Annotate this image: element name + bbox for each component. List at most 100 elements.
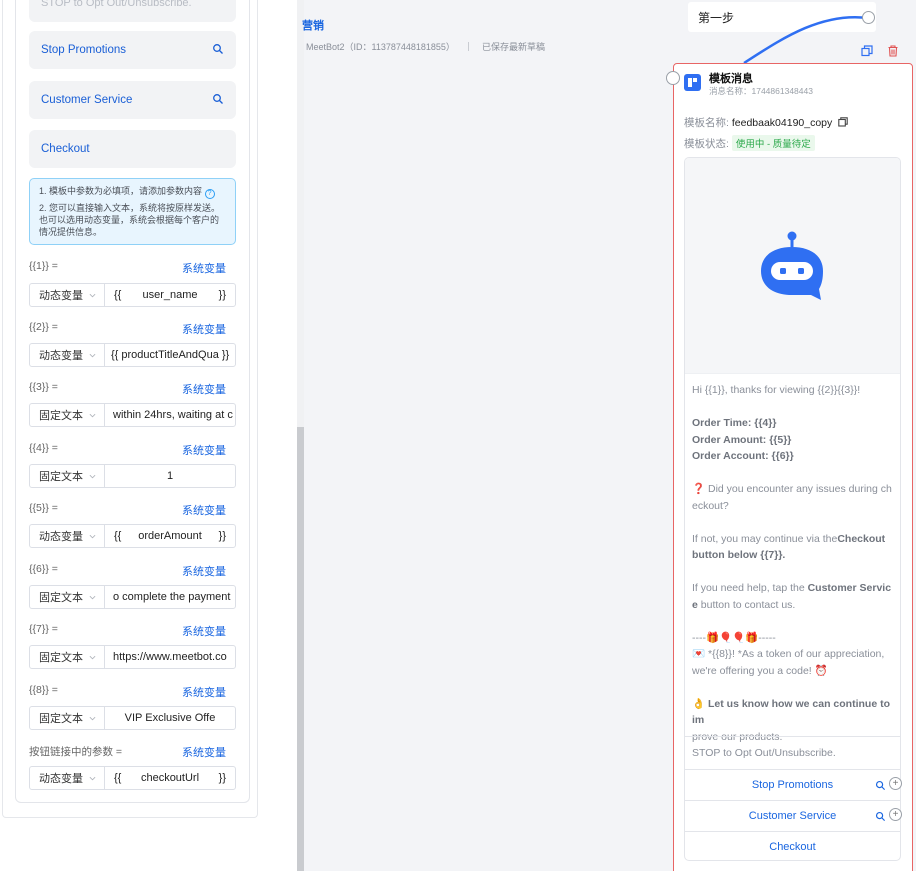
chevron-down-icon bbox=[89, 776, 96, 781]
stop-promotions-button[interactable]: Stop Promotions bbox=[29, 31, 236, 69]
param-row-7: 固定文本 https://www.meetbot.co bbox=[29, 645, 236, 669]
preview-checkout-button[interactable]: Checkout bbox=[685, 831, 900, 860]
copy-node-icon[interactable] bbox=[861, 45, 873, 57]
param-value-input[interactable]: https://www.meetbot.co bbox=[105, 646, 235, 668]
template-name: feedbaak04190_copy bbox=[731, 117, 833, 129]
message-body: Hi {{1}}, thanks for viewing {{2}}{{3}}!… bbox=[692, 384, 892, 743]
optout-quick-reply[interactable]: STOP to Opt Out/Unsubscribe. bbox=[29, 0, 236, 22]
system-variable-link[interactable]: 系统变量 bbox=[182, 442, 226, 458]
system-variable-link[interactable]: 系统变量 bbox=[182, 563, 226, 579]
search-icon[interactable] bbox=[212, 93, 224, 105]
checkout-button[interactable]: Checkout bbox=[29, 130, 236, 168]
param-value-input[interactable]: o complete the payment bbox=[105, 586, 235, 608]
param-type-select[interactable]: 固定文本 bbox=[30, 707, 105, 729]
param-value-input[interactable]: {{ productTitleAndQua }} bbox=[105, 344, 235, 366]
robot-chat-icon bbox=[761, 231, 823, 300]
search-icon[interactable] bbox=[875, 780, 886, 791]
chevron-down-icon bbox=[89, 655, 96, 660]
system-variable-link[interactable]: 系统变量 bbox=[182, 744, 226, 760]
preview-customer-service-button[interactable]: Customer Service bbox=[685, 800, 900, 831]
param-label-6: {{6}} = bbox=[29, 563, 58, 575]
step-output-port[interactable] bbox=[862, 11, 875, 24]
brace-left: {{ bbox=[114, 289, 122, 301]
left-panel: STOP to Opt Out/Unsubscribe. Stop Promot… bbox=[0, 0, 297, 871]
param-row-5: 动态变量 {{orderAmount}} bbox=[29, 524, 236, 548]
chevron-down-icon bbox=[89, 413, 96, 418]
bot-info-line: MeetBot2（ID：113787448181855） 已保存最新草稿 bbox=[306, 40, 545, 53]
param-value-input[interactable]: 1 bbox=[105, 465, 235, 487]
scrollbar-thumb[interactable] bbox=[297, 427, 304, 871]
param-value-input[interactable]: {{orderAmount}} bbox=[105, 525, 235, 547]
param-row-3: 固定文本 within 24hrs, waiting at c bbox=[29, 403, 236, 427]
message-preview: Hi {{1}}, thanks for viewing {{2}}{{3}}!… bbox=[684, 157, 901, 861]
add-connection-icon[interactable]: + bbox=[889, 808, 902, 821]
param-value-input[interactable]: within 24hrs, waiting at c bbox=[105, 404, 235, 426]
param-label-5: {{5}} = bbox=[29, 502, 58, 514]
node-title: 模板消息 bbox=[709, 73, 753, 85]
button-label: Stop Promotions bbox=[41, 44, 127, 56]
chevron-down-icon bbox=[89, 474, 96, 479]
param-value-input[interactable]: {{checkoutUrl}} bbox=[105, 767, 235, 789]
brace-right: }} bbox=[218, 772, 226, 784]
param-type-select[interactable]: 固定文本 bbox=[30, 586, 105, 608]
system-variable-link[interactable]: 系统变量 bbox=[182, 260, 226, 276]
param-settings-card bbox=[15, 0, 250, 803]
param-label-button-url: 按钮链接中的参数 = bbox=[29, 746, 123, 758]
param-label-1: {{1}} = bbox=[29, 260, 58, 272]
param-value-input[interactable]: {{user_name}} bbox=[105, 284, 235, 306]
template-status-row: 模板状态: 使用中 - 质量待定 bbox=[684, 135, 815, 151]
param-row-4: 固定文本 1 bbox=[29, 464, 236, 488]
chevron-down-icon bbox=[89, 353, 96, 358]
chevron-down-icon bbox=[89, 293, 96, 298]
add-connection-icon[interactable]: + bbox=[889, 777, 902, 790]
node-subtitle: 消息名称：1744861348443 bbox=[709, 86, 813, 96]
customer-service-button[interactable]: Customer Service bbox=[29, 81, 236, 119]
tip-line-1: 1. 模板中参数为必填项，请添加参数内容 bbox=[39, 186, 203, 196]
param-row-6: 固定文本 o complete the payment bbox=[29, 585, 236, 609]
param-label-7: {{7}} = bbox=[29, 623, 58, 635]
optout-label: STOP to Opt Out/Unsubscribe. bbox=[41, 0, 192, 9]
trash-icon[interactable] bbox=[887, 45, 899, 57]
param-type-select[interactable]: 固定文本 bbox=[30, 404, 105, 426]
template-message-node[interactable]: 模板消息 消息名称：1744861348443 模板名称: feedbaak04… bbox=[673, 63, 913, 871]
header-image bbox=[685, 158, 900, 374]
button-label: Checkout bbox=[41, 143, 90, 155]
param-row-8: 固定文本 VIP Exclusive Offe bbox=[29, 706, 236, 730]
save-status: 已保存最新草稿 bbox=[481, 42, 545, 52]
brace-left: {{ bbox=[114, 772, 122, 784]
node-input-port[interactable] bbox=[666, 71, 680, 85]
param-row-button-url: 动态变量 {{checkoutUrl}} bbox=[29, 766, 236, 790]
param-row-1: 动态变量 {{user_name}} bbox=[29, 283, 236, 307]
search-icon[interactable] bbox=[212, 43, 224, 55]
param-type-select[interactable]: 动态变量 bbox=[30, 344, 105, 366]
param-type-select[interactable]: 固定文本 bbox=[30, 465, 105, 487]
param-type-select[interactable]: 固定文本 bbox=[30, 646, 105, 668]
brace-right: }} bbox=[218, 530, 226, 542]
chevron-down-icon bbox=[89, 534, 96, 539]
param-label-8: {{8}} = bbox=[29, 684, 58, 696]
status-badge: 使用中 - 质量待定 bbox=[731, 135, 815, 151]
chevron-down-icon bbox=[89, 716, 96, 721]
param-type-select[interactable]: 动态变量 bbox=[30, 525, 105, 547]
system-variable-link[interactable]: 系统变量 bbox=[182, 623, 226, 639]
template-name-row: 模板名称: feedbaak04190_copy bbox=[684, 115, 848, 130]
system-variable-link[interactable]: 系统变量 bbox=[182, 502, 226, 518]
copy-icon[interactable] bbox=[838, 117, 848, 127]
param-type-select[interactable]: 动态变量 bbox=[30, 767, 105, 789]
tip-line-2: 2. 您可以直接输入文本，系统将按原样发送。也可以选用动态变量，系统会根据每个客… bbox=[39, 203, 221, 237]
step-label: 第一步 bbox=[698, 10, 735, 25]
search-icon[interactable] bbox=[875, 811, 886, 822]
brace-right: }} bbox=[218, 289, 226, 301]
param-label-3: {{3}} = bbox=[29, 381, 58, 393]
help-icon[interactable]: ? bbox=[204, 189, 215, 199]
system-variable-link[interactable]: 系统变量 bbox=[182, 381, 226, 397]
param-type-select[interactable]: 动态变量 bbox=[30, 284, 105, 306]
brace-left: {{ bbox=[114, 530, 122, 542]
param-tips: 1. 模板中参数为必填项，请添加参数内容 ? 2. 您可以直接输入文本，系统将按… bbox=[29, 178, 236, 245]
system-variable-link[interactable]: 系统变量 bbox=[182, 684, 226, 700]
preview-stop-promotions-button[interactable]: Stop Promotions bbox=[685, 769, 900, 800]
system-variable-link[interactable]: 系统变量 bbox=[182, 321, 226, 337]
param-value-input[interactable]: VIP Exclusive Offe bbox=[105, 707, 235, 729]
chevron-down-icon bbox=[89, 595, 96, 600]
step-node[interactable]: 第一步 bbox=[688, 2, 876, 32]
